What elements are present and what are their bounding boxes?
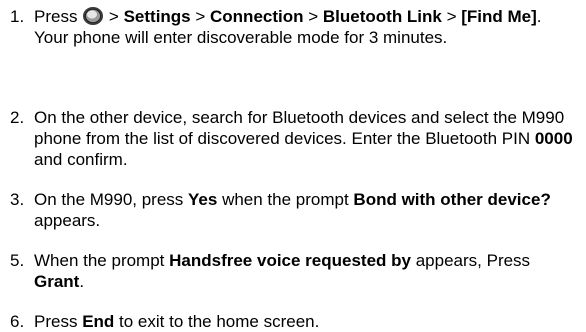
text: and confirm. [34, 150, 128, 169]
prompt-handsfree: Handsfree voice requested by [169, 251, 411, 270]
step-2: 2. On the other device, search for Bluet… [10, 107, 580, 170]
text: On the other device, search for Bluetoot… [34, 108, 565, 148]
bluetooth-pin: 0000 [534, 129, 573, 148]
step-text: Press End to exit to the home screen. [34, 311, 580, 332]
separator: > [190, 7, 211, 26]
text: appears. [34, 211, 101, 230]
text: . [79, 272, 85, 291]
key-grant: Grant [34, 272, 80, 291]
step-6: 6. Press End to exit to the home screen. [10, 311, 580, 332]
step-text: On the other device, search for Bluetoot… [34, 107, 580, 170]
separator: > [303, 7, 323, 26]
menu-key-icon [83, 7, 104, 25]
text: Press [34, 312, 83, 331]
text: to exit to the home screen. [114, 312, 320, 331]
menu-settings: Settings [123, 7, 191, 26]
step-text: When the prompt Handsfree voice requeste… [34, 250, 580, 292]
menu-find-me: [Find Me] [461, 7, 537, 26]
step-number: 1. [10, 7, 25, 26]
text: appears, Press [411, 251, 531, 270]
key-end: End [82, 312, 115, 331]
step-1: 1. Press > Settings > Connection > Bluet… [10, 6, 580, 48]
menu-bluetooth-link: Bluetooth Link [322, 7, 442, 26]
step-number: 3. [10, 190, 25, 209]
step-number: 6. [10, 312, 25, 331]
key-yes: Yes [188, 190, 218, 209]
step-text: On the M990, press Yes when the prompt B… [34, 189, 580, 231]
text: Press [34, 7, 78, 26]
menu-connection: Connection [210, 7, 304, 26]
step-number: 2. [10, 108, 25, 127]
prompt-bond: Bond with other device? [353, 190, 551, 209]
text: when the prompt [217, 190, 354, 209]
step-3: 3. On the M990, press Yes when the promp… [10, 189, 580, 231]
text: When the prompt [34, 251, 170, 270]
step-5: 5. When the prompt Handsfree voice reque… [10, 250, 580, 292]
separator: > [441, 7, 462, 26]
step-number: 5. [10, 251, 25, 270]
separator: > [104, 7, 124, 26]
step-text: Press > Settings > Connection > Bluetoot… [34, 6, 580, 48]
text: On the M990, press [34, 190, 189, 209]
instruction-steps: 1. Press > Settings > Connection > Bluet… [0, 0, 586, 331]
